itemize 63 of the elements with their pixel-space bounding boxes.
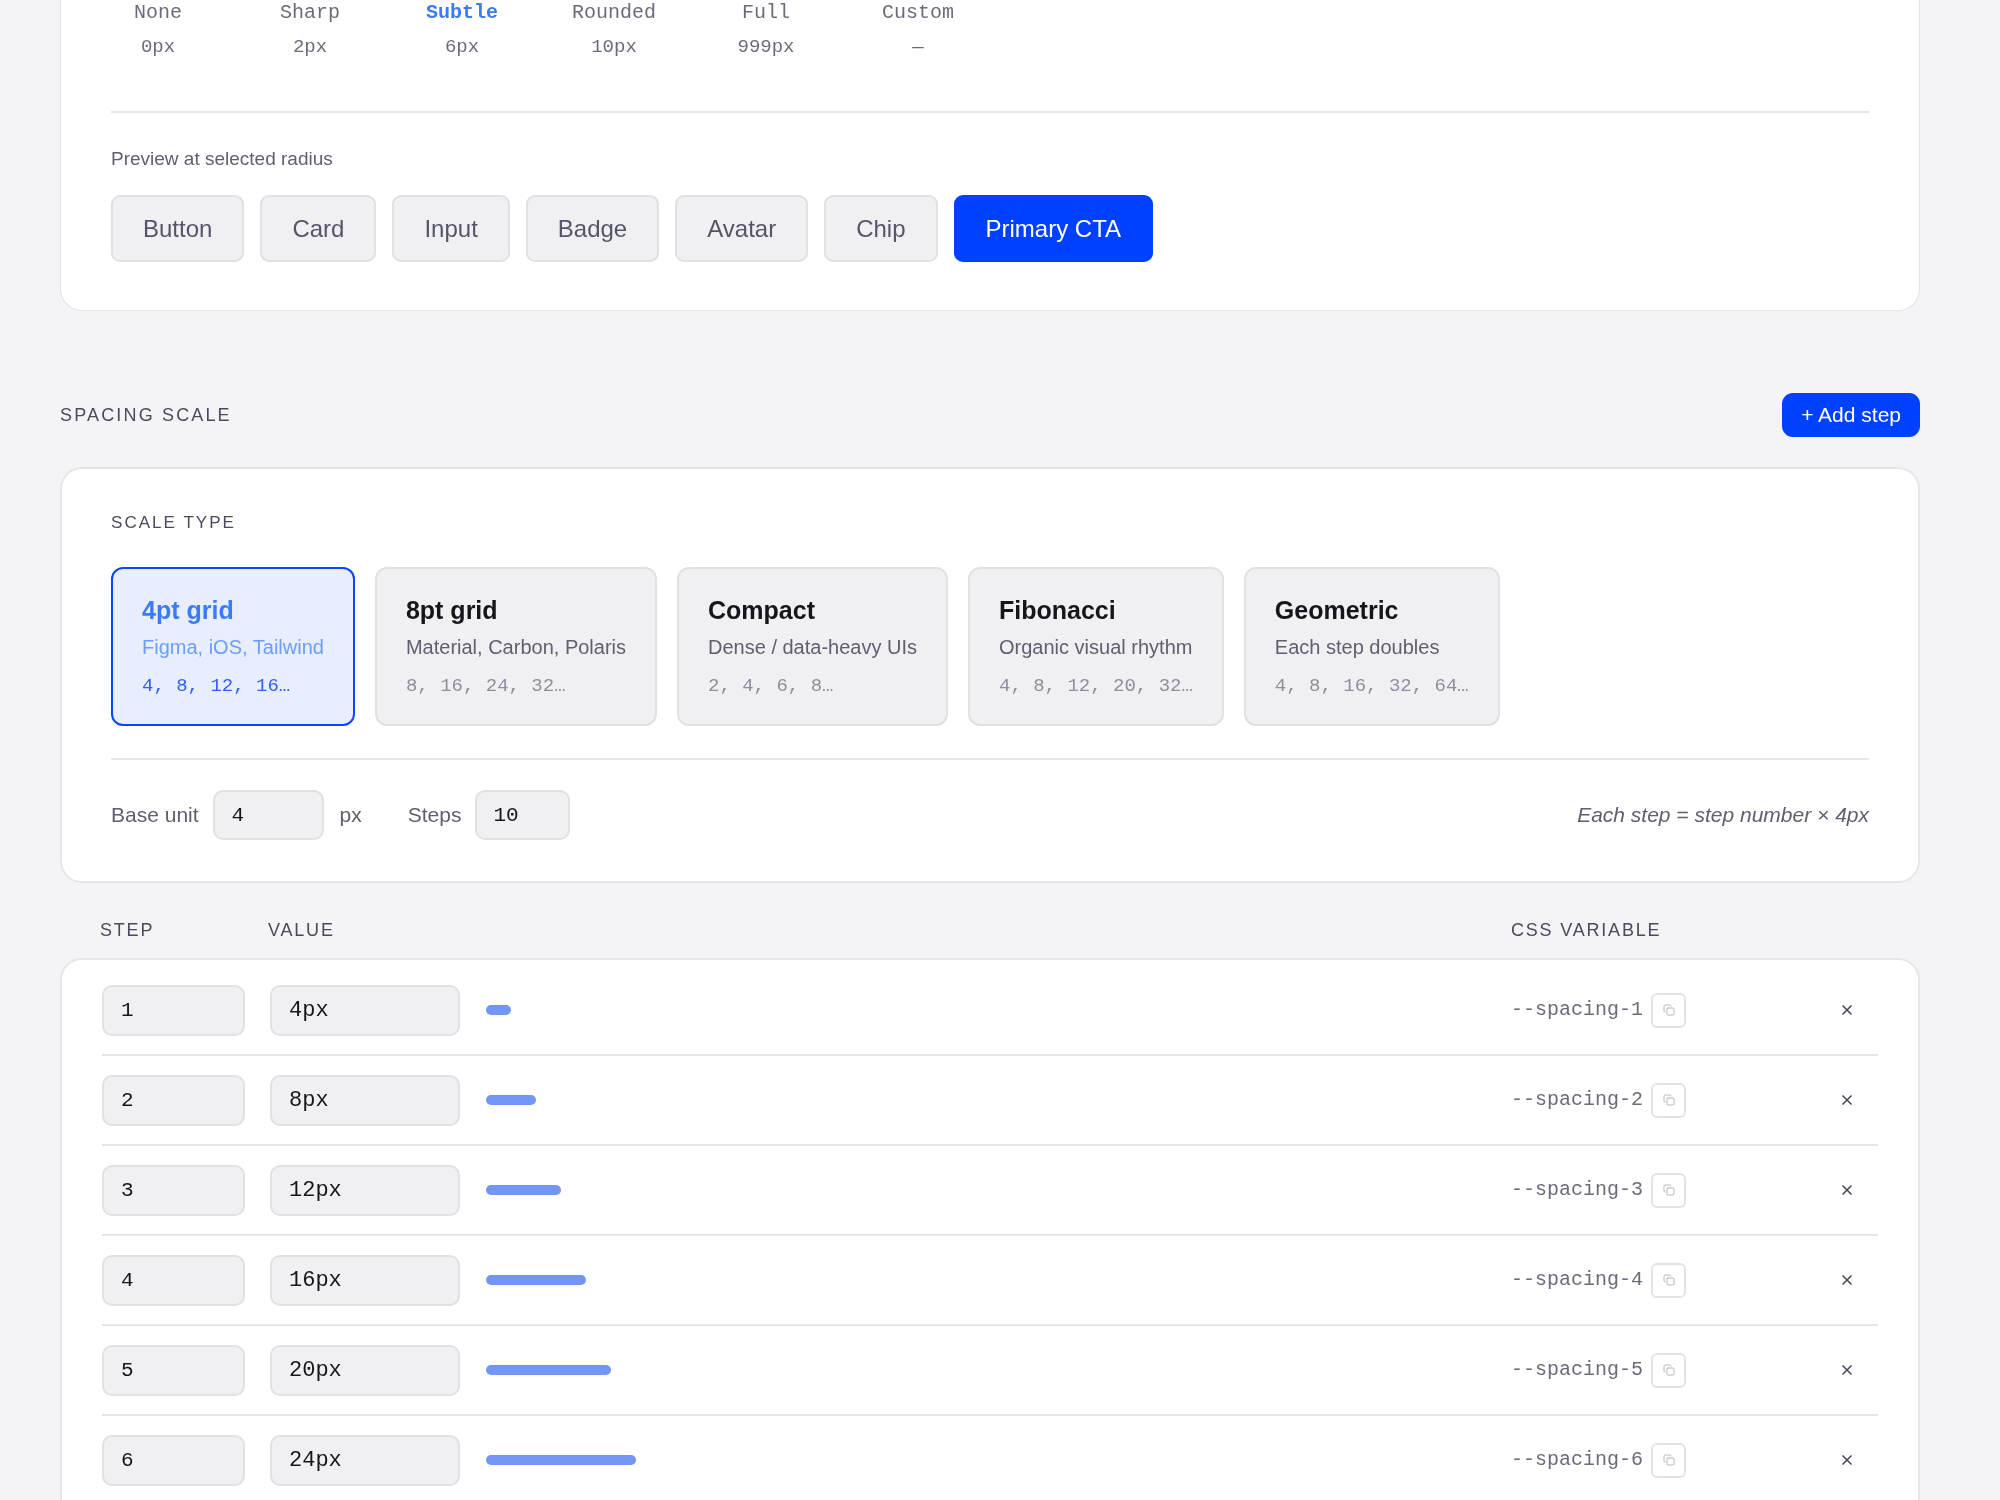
step-input[interactable]: 3 (102, 1164, 245, 1216)
scale-type-card[interactable]: 4pt grid Figma, iOS, Tailwind 4, 8, 12, 16… (111, 567, 355, 726)
scale-type-card[interactable]: Compact Dense / data-heavy UIs 2, 4, 6, 8… (677, 567, 948, 726)
size-bar (486, 1005, 511, 1015)
radius-option[interactable]: Custom — (842, 2, 994, 58)
value-input[interactable]: 12px (270, 1164, 460, 1216)
radius-option[interactable]: Subtle 6px (386, 2, 538, 58)
scale-type-card[interactable]: Geometric Each step doubles 4, 8, 16, 32, 64… (1243, 567, 1500, 726)
preview-button[interactable]: Button (111, 195, 245, 262)
preview-label: Preview at selected radius (111, 148, 333, 170)
close-icon (1839, 1452, 1855, 1468)
scale-type-title: SCALE TYPE (111, 512, 236, 534)
preview-button[interactable]: Primary CTA (953, 195, 1154, 262)
step-input[interactable]: 1 (102, 984, 245, 1036)
copy-icon (1662, 1274, 1675, 1286)
base-unit-input[interactable]: 4 (212, 790, 324, 840)
steps-label: Steps (407, 802, 462, 829)
step-input[interactable]: 4 (102, 1254, 245, 1306)
close-icon (1839, 1002, 1855, 1018)
scale-type-card[interactable]: 8pt grid Material, Carbon, Polaris 8, 16, 24, 32… (374, 567, 657, 726)
css-variable: --spacing-6 (1510, 1447, 1643, 1473)
css-variable: --spacing-2 (1510, 1087, 1643, 1113)
value-input[interactable]: 24px (270, 1434, 460, 1486)
add-step-button[interactable]: + Add step (1782, 393, 1920, 437)
step-input[interactable]: 5 (102, 1344, 245, 1396)
close-icon (1839, 1362, 1855, 1378)
preview-button[interactable]: Avatar (675, 195, 809, 262)
value-input[interactable]: 8px (270, 1074, 460, 1126)
column-header: CSS VARIABLE (1511, 919, 1662, 941)
size-bar (486, 1095, 536, 1105)
column-header: STEP (100, 920, 155, 940)
close-icon (1839, 1272, 1855, 1288)
close-icon (1839, 1092, 1855, 1108)
preview-button[interactable]: Input (392, 195, 510, 262)
scale-type-card[interactable]: Fibonacci Organic visual rhythm 4, 8, 12, 20, 32… (968, 567, 1224, 726)
radius-option[interactable]: None 0px (82, 2, 234, 58)
close-icon (1839, 1182, 1855, 1198)
copy-icon (1662, 1004, 1675, 1016)
copy-icon (1662, 1184, 1675, 1196)
value-input[interactable]: 4px (270, 984, 460, 1036)
value-input[interactable]: 16px (270, 1254, 460, 1306)
step-input[interactable]: 2 (102, 1074, 245, 1126)
css-variable: --spacing-5 (1510, 1357, 1643, 1383)
unit-label: px (339, 802, 362, 829)
section-title: SPACING SCALE (60, 404, 232, 426)
base-unit-label: Base unit (111, 802, 199, 829)
value-input[interactable]: 20px (270, 1344, 460, 1396)
radius-option[interactable]: Full 999px (690, 2, 842, 58)
preview-button[interactable]: Badge (525, 195, 660, 262)
column-header: VALUE (268, 920, 335, 940)
preview-button[interactable]: Chip (824, 195, 938, 262)
radius-option[interactable]: Sharp 2px (234, 2, 386, 58)
copy-icon (1662, 1364, 1675, 1376)
css-variable: --spacing-4 (1510, 1267, 1643, 1293)
radius-option[interactable]: Rounded 10px (538, 2, 690, 58)
css-variable: --spacing-1 (1510, 997, 1643, 1023)
copy-icon (1662, 1094, 1675, 1106)
copy-icon (1662, 1454, 1675, 1466)
css-variable: --spacing-3 (1510, 1177, 1643, 1203)
preview-button[interactable]: Card (260, 195, 377, 262)
step-input[interactable]: 6 (102, 1434, 245, 1486)
steps-input[interactable]: 10 (475, 790, 571, 840)
formula-text: Each step = step number × 4px (1577, 802, 1869, 829)
